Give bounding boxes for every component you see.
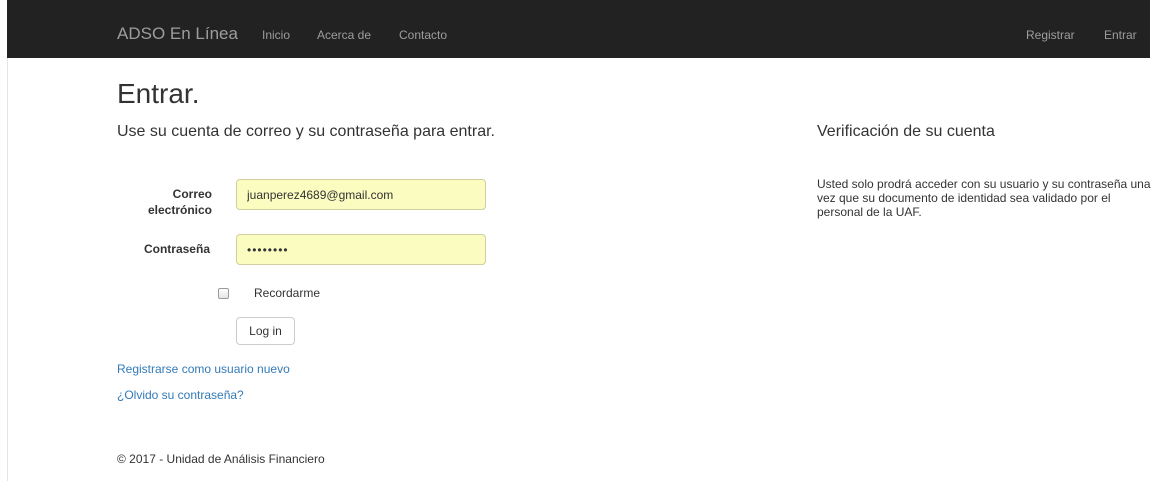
- login-subtitle: Use su cuenta de correo y su contraseña …: [117, 123, 495, 140]
- password-field[interactable]: [236, 234, 486, 265]
- page: ADSO En Línea Inicio Acerca de Contacto …: [7, 0, 1151, 481]
- nav-link-inicio[interactable]: Inicio: [262, 27, 290, 43]
- remember-label: Recordarme: [254, 286, 321, 300]
- nav-link-contacto[interactable]: Contacto: [399, 27, 447, 43]
- password-label-wrap: Contraseña: [117, 242, 210, 258]
- email-label: Correo electrónico: [117, 187, 212, 219]
- email-label-line1: Correo: [172, 187, 212, 201]
- nav-link-entrar[interactable]: Entrar: [1104, 27, 1137, 43]
- login-button[interactable]: Log in: [236, 317, 295, 345]
- page-edge-divider: [7, 58, 8, 481]
- nav-link-acerca-de[interactable]: Acerca de: [317, 27, 371, 43]
- password-label: Contraseña: [143, 242, 210, 256]
- remember-checkbox[interactable]: [218, 288, 229, 299]
- footer-copyright: © 2017 - Unidad de Análisis Financiero: [117, 452, 325, 466]
- brand-link[interactable]: ADSO En Línea: [117, 24, 238, 44]
- verification-text: Usted solo prodrá acceder con su usuario…: [817, 177, 1151, 219]
- page-title: Entrar.: [117, 78, 200, 109]
- verification-title: Verificación de su cuenta: [817, 123, 995, 140]
- forgot-password-link[interactable]: ¿Olvido su contraseña?: [117, 387, 244, 403]
- email-label-line2: electrónico: [147, 203, 212, 217]
- navbar: ADSO En Línea Inicio Acerca de Contacto …: [7, 0, 1150, 58]
- register-link[interactable]: Registrarse como usuario nuevo: [117, 361, 290, 377]
- email-field[interactable]: [236, 179, 486, 210]
- nav-link-registrar[interactable]: Registrar: [1026, 27, 1075, 43]
